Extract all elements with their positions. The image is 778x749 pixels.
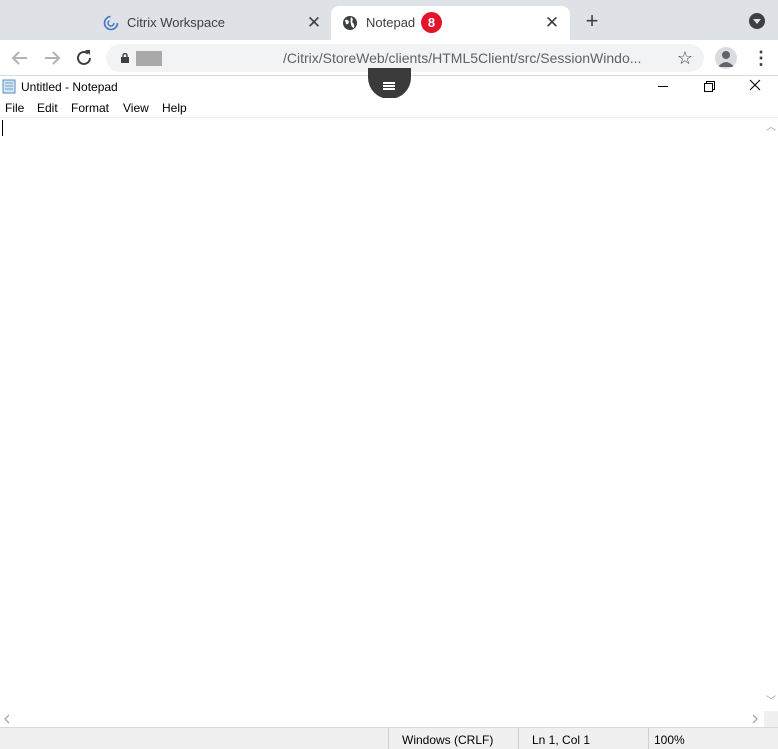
tab-title: Citrix Workspace xyxy=(127,15,226,30)
browser-menu-icon[interactable]: ⋮ xyxy=(752,46,770,70)
line-ending-status: Windows (CRLF) xyxy=(388,728,518,749)
browser-window: Citrix Workspace ✕ Notepad 8 ✕ + /Citrix… xyxy=(0,0,778,749)
hamburger-icon xyxy=(383,82,395,84)
notepad-menubar: File Edit Format View Help xyxy=(0,98,778,118)
citrix-logo-icon xyxy=(103,15,119,31)
tab-citrix-workspace[interactable]: Citrix Workspace ✕ xyxy=(92,6,332,40)
scroll-corner xyxy=(764,711,778,727)
bookmark-star-icon[interactable]: ☆ xyxy=(674,47,696,69)
tab-search-icon[interactable] xyxy=(749,13,765,29)
notification-badge: 8 xyxy=(421,12,442,33)
scroll-down-icon[interactable]: ﹀ xyxy=(766,697,776,707)
tab-close-icon[interactable]: ✕ xyxy=(305,14,323,32)
new-tab-button[interactable]: + xyxy=(580,9,604,33)
back-icon[interactable] xyxy=(8,46,32,70)
lock-icon[interactable] xyxy=(120,53,130,63)
tab-close-icon[interactable]: ✕ xyxy=(543,14,561,32)
window-title: Untitled - Notepad xyxy=(21,80,118,94)
menu-file[interactable]: File xyxy=(5,101,24,115)
notepad-statusbar: Windows (CRLF) Ln 1, Col 1 100% xyxy=(0,727,778,749)
notepad-app-icon xyxy=(2,79,16,94)
forward-icon[interactable] xyxy=(40,46,64,70)
zoom-status: 100% xyxy=(648,728,778,749)
redacted-host xyxy=(136,51,162,66)
close-window-icon[interactable] xyxy=(733,77,777,98)
minimize-icon[interactable] xyxy=(641,77,685,98)
url-text[interactable]: /Citrix/StoreWeb/clients/HTML5Client/src… xyxy=(283,50,641,66)
menu-format[interactable]: Format xyxy=(71,101,109,115)
scroll-left-icon[interactable] xyxy=(2,714,12,724)
notepad-text-area[interactable] xyxy=(0,119,764,711)
profile-avatar-icon[interactable] xyxy=(715,47,737,69)
vertical-scrollbar[interactable]: ︿ ﹀ xyxy=(764,119,778,711)
tab-notepad[interactable]: Notepad 8 ✕ xyxy=(331,6,570,40)
menu-edit[interactable]: Edit xyxy=(37,101,58,115)
tab-strip: Citrix Workspace ✕ Notepad 8 ✕ + xyxy=(0,0,778,40)
scroll-right-icon[interactable] xyxy=(750,714,760,724)
globe-icon xyxy=(343,16,357,30)
restore-icon[interactable] xyxy=(687,77,731,98)
cursor-position-status: Ln 1, Col 1 xyxy=(518,728,648,749)
menu-help[interactable]: Help xyxy=(162,101,187,115)
menu-view[interactable]: View xyxy=(123,101,149,115)
text-caret xyxy=(2,120,3,136)
horizontal-scrollbar[interactable] xyxy=(0,711,764,727)
tab-title: Notepad xyxy=(366,15,416,30)
reload-icon[interactable] xyxy=(72,46,96,70)
scroll-up-icon[interactable]: ︿ xyxy=(766,123,776,133)
